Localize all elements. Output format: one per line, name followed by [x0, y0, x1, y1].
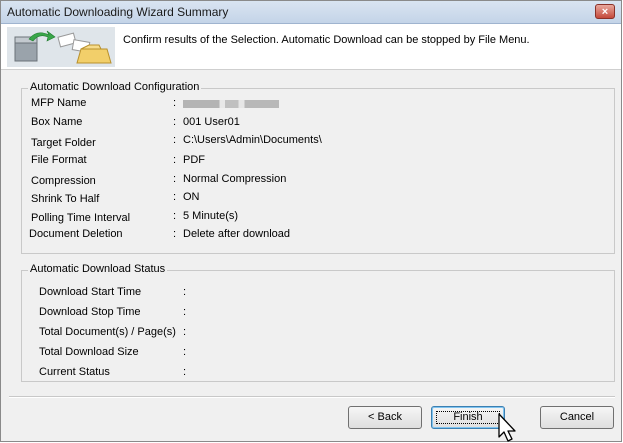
cancel-button[interactable]: Cancel: [540, 406, 614, 429]
redacted-value: [183, 100, 279, 108]
title-bar[interactable]: Automatic Downloading Wizard Summary ×: [1, 1, 621, 24]
config-label: Box Name: [31, 116, 83, 128]
wizard-window: Automatic Downloading Wizard Summary × C…: [0, 0, 622, 442]
config-row-shrink-to-half: Shrink To Half : ON: [31, 191, 331, 205]
mouse-cursor-icon: [498, 413, 516, 442]
config-value: PDF: [183, 154, 205, 166]
footer-separator: [9, 396, 615, 398]
config-label: Polling Time Interval: [31, 212, 131, 224]
status-row-total-documents: Total Document(s) / Page(s) :: [39, 326, 239, 340]
back-button-label: < Back: [368, 411, 402, 423]
download-wizard-icon: [7, 27, 115, 67]
status-row-stop-time: Download Stop Time :: [39, 306, 239, 320]
status-row-total-size: Total Download Size :: [39, 346, 239, 360]
status-label: Total Document(s) / Page(s): [39, 326, 176, 338]
config-row-compression: Compression : Normal Compression: [31, 173, 351, 187]
config-row-target-folder: Target Folder : C:\Users\Admin\Documents…: [31, 134, 391, 149]
back-button[interactable]: < Back: [348, 406, 422, 429]
status-row-current-status: Current Status :: [39, 366, 239, 380]
config-row-file-format: File Format : PDF: [31, 154, 331, 168]
status-label: Current Status: [39, 366, 110, 378]
config-label: Shrink To Half: [31, 193, 100, 205]
config-label: MFP Name: [31, 97, 87, 109]
config-colon: :: [173, 228, 177, 240]
config-colon: :: [173, 116, 177, 128]
config-colon: :: [173, 173, 177, 185]
config-value: Delete after download: [183, 228, 291, 240]
status-group-title: Automatic Download Status: [28, 263, 168, 275]
config-colon: :: [173, 210, 177, 222]
close-button[interactable]: ×: [595, 4, 615, 19]
status-colon: :: [183, 346, 187, 358]
config-value: C:\Users\Admin\Documents\: [183, 134, 322, 146]
config-label: Document Deletion: [29, 228, 123, 240]
config-value: ON: [183, 191, 200, 203]
finish-button-label: Finish: [453, 411, 483, 423]
status-colon: :: [183, 326, 187, 338]
config-label: Target Folder: [31, 137, 96, 149]
config-colon: :: [173, 134, 177, 146]
status-colon: :: [183, 306, 187, 318]
config-row-box-name: Box Name : 001 User01: [31, 116, 331, 130]
config-row-document-deletion: Document Deletion : Delete after downloa…: [29, 228, 349, 242]
config-row-mfp-name: MFP Name :: [31, 97, 331, 111]
wizard-banner: Confirm results of the Selection. Automa…: [1, 24, 621, 70]
finish-button[interactable]: Finish: [431, 406, 505, 429]
status-label: Total Download Size: [39, 346, 139, 358]
config-colon: :: [173, 154, 177, 166]
config-label: Compression: [31, 175, 96, 187]
config-colon: :: [173, 97, 177, 109]
configuration-group-title: Automatic Download Configuration: [28, 81, 202, 93]
config-value: Normal Compression: [183, 173, 287, 185]
config-colon: :: [173, 191, 177, 203]
status-label: Download Start Time: [39, 286, 142, 298]
window-title: Automatic Downloading Wizard Summary: [7, 5, 229, 19]
status-label: Download Stop Time: [39, 306, 141, 318]
config-value: 001 User01: [183, 116, 240, 128]
config-value: 5 Minute(s): [183, 210, 239, 222]
banner-message: Confirm results of the Selection. Automa…: [123, 34, 530, 46]
cancel-button-label: Cancel: [559, 411, 595, 423]
config-row-polling-interval: Polling Time Interval : 5 Minute(s): [31, 210, 331, 224]
status-colon: :: [183, 286, 187, 298]
status-row-start-time: Download Start Time :: [39, 286, 239, 300]
config-label: File Format: [31, 154, 87, 166]
status-colon: :: [183, 366, 187, 378]
